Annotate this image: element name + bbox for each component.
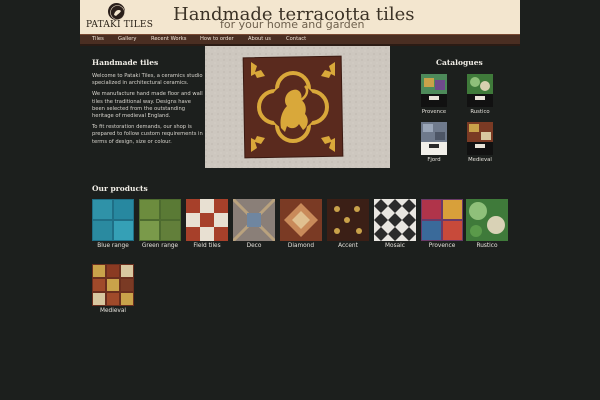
product-accent[interactable]: Accent — [327, 199, 369, 250]
product-label: Rustico — [476, 243, 498, 249]
product-thumbnail[interactable] — [186, 199, 228, 241]
product-thumbnail[interactable] — [374, 199, 416, 241]
product-thumbnail[interactable] — [421, 199, 463, 241]
product-thumbnail[interactable] — [280, 199, 322, 241]
product-provence[interactable]: Provence — [421, 199, 463, 250]
catalogue-label: Rustico — [470, 109, 490, 115]
logo-text: PATAKI TILES — [86, 20, 154, 30]
product-thumbnail[interactable] — [327, 199, 369, 241]
product-mosaic[interactable]: Mosaic — [374, 199, 416, 250]
product-thumbnail[interactable] — [139, 199, 181, 241]
nav-item-how-to-order[interactable]: How to order — [200, 36, 234, 42]
product-thumbnail[interactable] — [92, 264, 134, 306]
products-heading: Our products — [92, 184, 148, 193]
product-label: Deco — [246, 243, 262, 249]
product-label: Green range — [141, 243, 179, 249]
nav-item-contact[interactable]: Contact — [286, 36, 306, 42]
product-thumbnail[interactable] — [233, 199, 275, 241]
nav-item-gallery[interactable]: Gallery — [118, 36, 136, 42]
intro-paragraph: To fit restoration demands, our shop is … — [92, 124, 203, 145]
product-blue-range[interactable]: Blue range — [92, 199, 134, 250]
catalogue-medieval[interactable]: Medieval — [460, 122, 500, 163]
product-label: Mosaic — [385, 243, 405, 249]
intro-heading: Handmade tiles — [92, 58, 159, 67]
product-rustico[interactable]: Rustico — [466, 199, 508, 250]
product-thumbnail[interactable] — [92, 199, 134, 241]
catalogue-thumbnail[interactable] — [467, 74, 493, 107]
catalogue-rustico[interactable]: Rustico — [460, 74, 500, 115]
catalogue-thumbnail[interactable] — [421, 74, 447, 107]
product-medieval[interactable]: Medieval — [92, 264, 134, 315]
product-diamond[interactable]: Diamond — [280, 199, 322, 250]
product-green-range[interactable]: Green range — [139, 199, 181, 250]
main-nav: Tiles Gallery Recent Works How to order … — [80, 34, 520, 46]
catalogue-label: Medieval — [468, 157, 492, 163]
catalogue-thumbnail[interactable] — [421, 122, 447, 155]
hero-tile-image — [205, 46, 390, 168]
product-deco[interactable]: Deco — [233, 199, 275, 250]
product-label: Diamond — [287, 243, 315, 249]
catalogue-provence[interactable]: Provence — [414, 74, 454, 115]
catalogues-heading: Catalogues — [436, 58, 483, 67]
catalogue-fjord[interactable]: Fjord — [414, 122, 454, 163]
nav-item-recent-works[interactable]: Recent Works — [151, 36, 186, 42]
product-label: Provence — [428, 243, 456, 249]
intro-paragraph: We manufacture hand made floor and wall … — [92, 91, 203, 120]
nav-item-tiles[interactable]: Tiles — [92, 36, 104, 42]
product-thumbnail[interactable] — [466, 199, 508, 241]
catalogue-thumbnail[interactable] — [467, 122, 493, 155]
product-field-tiles[interactable]: Field tiles — [186, 199, 228, 250]
nav-item-about-us[interactable]: About us — [248, 36, 271, 42]
site-subtitle: for your home and garden — [220, 18, 365, 31]
intro-section: Handmade tiles Welcome to Pataki Tiles, … — [92, 58, 204, 150]
site-logo[interactable]: PATAKI TILES — [86, 3, 153, 33]
intro-paragraph: Welcome to Pataki Tiles, a ceramics stud… — [92, 73, 203, 87]
product-label: Field tiles — [193, 243, 221, 249]
catalogue-label: Provence — [421, 109, 447, 115]
logo-emblem-icon — [108, 3, 125, 20]
site-header: PATAKI TILES Handmade terracotta tiles f… — [80, 0, 520, 34]
product-label: Blue range — [97, 243, 129, 249]
catalogue-label: Fjord — [427, 157, 441, 163]
product-label: Accent — [338, 243, 358, 249]
product-label: Medieval — [99, 308, 127, 314]
